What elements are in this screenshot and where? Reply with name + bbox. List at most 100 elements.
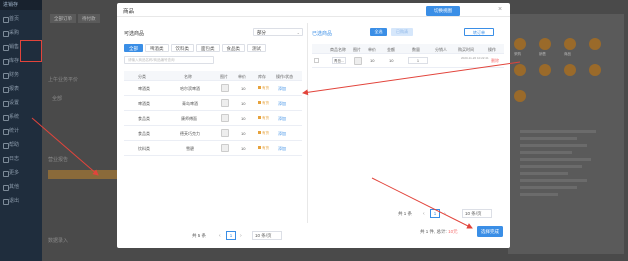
bg-app-icon[interactable]: [589, 64, 601, 76]
sidebar-item[interactable]: 报表: [0, 82, 42, 96]
table-row: 饮料类 雪碧 10 有货 添加: [124, 141, 302, 156]
product-image: [221, 99, 229, 107]
bg-app-icon[interactable]: [564, 64, 576, 76]
page-size-select[interactable]: 10 条/页: [252, 231, 282, 240]
bg-highlight-row: [48, 170, 120, 179]
sidebar-item[interactable]: 首页: [0, 12, 42, 26]
row-checkbox[interactable]: [314, 58, 319, 63]
category-tabs: 全部 啤酒类 饮料类 面包类 食品类 测试: [124, 44, 268, 52]
table-header: 分类 名称 图片 单价 库存 操作/状态: [124, 71, 302, 81]
product-image: [221, 129, 229, 137]
bg-app-icon[interactable]: [514, 38, 526, 50]
sidebar-item[interactable]: 更多: [0, 166, 42, 180]
row-name: 哈尔滨啤酒: [180, 86, 200, 91]
add-button[interactable]: 添加: [278, 146, 286, 152]
stock-badge: 有货: [258, 146, 269, 151]
clear-button[interactable]: 已购清: [391, 28, 413, 36]
sidebar-item[interactable]: 退出: [0, 194, 42, 208]
convert-order-button[interactable]: 转订单: [464, 28, 494, 36]
add-button[interactable]: 添加: [278, 101, 286, 107]
bg-app-icon[interactable]: [514, 90, 526, 102]
summary-total-label: 总计:: [436, 229, 447, 234]
sidebar-item[interactable]: 采购: [0, 26, 42, 40]
tab-all[interactable]: 全部: [124, 44, 143, 52]
page-number[interactable]: 1: [226, 231, 236, 240]
purchase-time: 2020-11-20 10:22:41: [461, 55, 489, 60]
row-category: 饮料类: [138, 146, 150, 151]
column-header: 库存: [258, 73, 266, 79]
sidebar-item[interactable]: 日志: [0, 152, 42, 166]
next-page-icon[interactable]: ›: [240, 233, 242, 239]
column-header: 购买时间: [458, 46, 474, 52]
close-icon[interactable]: ×: [498, 6, 502, 13]
tab-pending[interactable]: 待付款: [78, 14, 100, 23]
selected-products-table: 商品名称 图片 单价 金额 数量 分销人 购买时间 操作 青岛... 10 10…: [312, 44, 504, 68]
prev-page-icon[interactable]: ‹: [219, 233, 221, 239]
product-picker-modal: 商品 切换视图 × 可选商品 部分 ⌄ 全部 啤酒类 饮料类 面包类 食品类 测试 请输入…: [117, 3, 510, 248]
summary-text: 共 1 件, 总计: 10元: [420, 229, 458, 235]
quantity-stepper[interactable]: 1: [408, 57, 428, 64]
row-price: 10: [370, 58, 375, 63]
add-button[interactable]: 添加: [278, 86, 286, 92]
column-header: 数量: [412, 46, 420, 52]
next-page-icon[interactable]: ›: [444, 211, 446, 217]
row-price: 10: [241, 101, 246, 106]
tab-test[interactable]: 测试: [247, 44, 266, 52]
bg-app-icon[interactable]: [589, 38, 601, 50]
tab-drinks[interactable]: 饮料类: [170, 44, 194, 52]
table-header: 商品名称 图片 单价 金额 数量 分销人 购买时间 操作: [312, 44, 504, 54]
sidebar-item[interactable]: 统计: [0, 124, 42, 138]
sidebar-item[interactable]: 设置: [0, 96, 42, 110]
bg-app-icon[interactable]: [564, 38, 576, 50]
bg-app-icon[interactable]: [539, 64, 551, 76]
modal-header: 商品 切换视图 ×: [117, 3, 510, 17]
modal-title: 商品: [123, 9, 135, 15]
product-image: [221, 84, 229, 92]
left-pagination: 共 5 条 ‹ 1 › 10 条/页: [122, 231, 304, 241]
page-number[interactable]: 1: [430, 209, 440, 218]
bg-detail-lines: [520, 130, 615, 200]
stock-badge: 有货: [258, 116, 269, 121]
column-header: 单价: [368, 46, 376, 52]
summary-total-value: 10元: [448, 229, 458, 234]
column-header: 分类: [138, 73, 146, 79]
select-all-button[interactable]: 全选: [370, 28, 387, 36]
prev-page-icon[interactable]: ‹: [423, 211, 425, 217]
table-row: 食品类 康师傅面 10 有货 添加: [124, 111, 302, 126]
column-header: 图片: [353, 46, 361, 52]
delete-button[interactable]: 删除: [491, 58, 499, 64]
row-price: 10: [241, 146, 246, 151]
product-name-select[interactable]: 青岛...: [332, 57, 346, 64]
add-button[interactable]: 添加: [278, 116, 286, 122]
sidebar-item[interactable]: 其他: [0, 180, 42, 194]
add-button[interactable]: 添加: [278, 131, 286, 137]
column-header: 名称: [184, 73, 192, 79]
bg-section-label: 营业报告: [48, 157, 69, 163]
bg-icon-label: 销售: [539, 52, 546, 56]
table-row: 青岛... 10 10 1 2020-11-20 10:22:41 删除: [312, 54, 504, 68]
stock-badge: 有货: [258, 131, 269, 136]
sidebar-item[interactable]: 帮助: [0, 138, 42, 152]
summary-bar: 共 1 件, 总计: 10元 选择完成: [310, 225, 506, 239]
column-header: 分销人: [435, 46, 447, 52]
bg-app-icon[interactable]: [539, 38, 551, 50]
sidebar-item[interactable]: 系统: [0, 110, 42, 124]
switch-view-button[interactable]: 切换视图: [426, 6, 460, 16]
tab-beer[interactable]: 啤酒类: [145, 44, 169, 52]
row-name: 雪碧: [186, 146, 194, 151]
available-products-panel: 可选商品 部分 ⌄ 全部 啤酒类 饮料类 面包类 食品类 测试 请输入商品名称/商品编号查…: [122, 25, 304, 245]
finish-selection-button[interactable]: 选择完成: [477, 226, 503, 237]
quantity-value: 1: [417, 59, 419, 63]
tab-bread[interactable]: 面包类: [196, 44, 220, 52]
row-name: 德芙巧克力: [180, 131, 200, 136]
tab-food[interactable]: 食品类: [221, 44, 245, 52]
page-size-select[interactable]: 10 条/页: [462, 209, 492, 218]
product-image: [221, 114, 229, 122]
tab-all-orders[interactable]: 全部订单: [50, 14, 76, 23]
selected-products-title: 已选商品: [312, 31, 333, 37]
sidebar-item[interactable]: 财务: [0, 68, 42, 82]
scope-select[interactable]: 部分 ⌄: [253, 28, 303, 36]
bg-app-icon[interactable]: [514, 64, 526, 76]
row-category: 啤酒类: [138, 86, 150, 91]
product-search-input[interactable]: 请输入商品名称/商品编号查询: [124, 56, 214, 64]
